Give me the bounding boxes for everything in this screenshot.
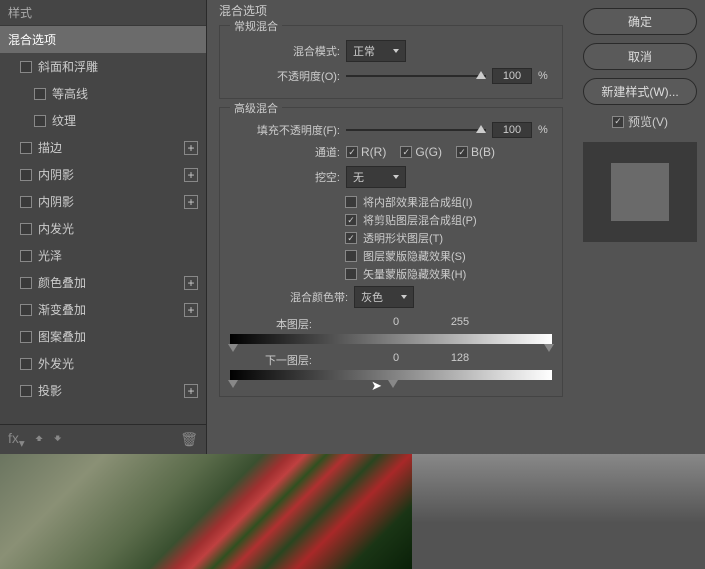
style-item-label: 图案叠加 <box>38 328 86 345</box>
options-panel: 混合选项 常规混合 混合模式: 正常 不透明度(O): % 高级混合 填充不透明… <box>207 0 575 454</box>
channel-checkbox[interactable]: B(B) <box>456 145 495 159</box>
style-item[interactable]: 混合选项 <box>0 26 206 53</box>
blend-option[interactable]: 图层蒙版隐藏效果(S) <box>345 248 552 264</box>
style-item[interactable]: 内阴影 + <box>0 188 206 215</box>
new-style-button[interactable]: 新建样式(W)... <box>583 78 697 105</box>
blend-mode-dropdown[interactable]: 正常 <box>346 40 406 62</box>
canvas-area <box>0 454 705 569</box>
style-item[interactable]: 描边 + <box>0 134 206 161</box>
add-effect-button[interactable]: + <box>184 276 198 290</box>
style-list: 混合选项斜面和浮雕等高线纹理描边 + 内阴影 + 内阴影 + 内发光光泽颜色叠加 + 渐变叠加 +… <box>0 26 206 424</box>
blend-option[interactable]: 将剪贴图层混合成组(P) <box>345 212 552 228</box>
sidebar-footer: fx▾ 🠹 🠻 🗑 <box>0 424 206 454</box>
advanced-blend-label: 高级混合 <box>230 100 282 116</box>
style-checkbox[interactable] <box>20 61 32 73</box>
fill-opacity-slider[interactable] <box>346 129 486 131</box>
this-layer-label: 本图层: <box>232 316 312 332</box>
fx-icon[interactable]: fx▾ <box>8 430 25 450</box>
opacity-pct: % <box>538 70 548 82</box>
under-layer-label: 下一图层: <box>232 352 312 368</box>
style-item[interactable]: 纹理 <box>0 107 206 134</box>
style-item[interactable]: 颜色叠加 + <box>0 269 206 296</box>
preview-label: 预览(V) <box>628 113 668 130</box>
button-panel: 确定 取消 新建样式(W)... 预览(V) <box>575 0 705 454</box>
style-checkbox[interactable] <box>34 88 46 100</box>
style-item-label: 渐变叠加 <box>38 301 86 318</box>
cancel-button[interactable]: 取消 <box>583 43 697 70</box>
under-layer-gradient[interactable] <box>230 370 552 380</box>
preview-checkbox[interactable] <box>612 116 624 128</box>
style-checkbox[interactable] <box>20 331 32 343</box>
style-item-label: 投影 <box>38 382 62 399</box>
trash-icon[interactable]: 🗑 <box>180 431 198 448</box>
up-arrow-icon[interactable]: 🠹 <box>35 428 44 452</box>
ok-button[interactable]: 确定 <box>583 8 697 35</box>
style-item[interactable]: 图案叠加 <box>0 323 206 350</box>
general-blend-label: 常规混合 <box>230 18 282 34</box>
blend-option[interactable]: 矢量蒙版隐藏效果(H) <box>345 266 552 282</box>
style-item[interactable]: 内发光 <box>0 215 206 242</box>
fill-opacity-label: 填充不透明度(F): <box>230 122 340 138</box>
blend-option[interactable]: 将内部效果混合成组(I) <box>345 194 552 210</box>
channels-label: 通道: <box>230 144 340 160</box>
style-item[interactable]: 外发光 <box>0 350 206 377</box>
style-item[interactable]: 投影 + <box>0 377 206 404</box>
knockout-dropdown[interactable]: 无 <box>346 166 406 188</box>
style-checkbox[interactable] <box>34 115 46 127</box>
blend-if-dropdown[interactable]: 灰色 <box>354 286 414 308</box>
opacity-label: 不透明度(O): <box>230 68 340 84</box>
style-item-label: 内阴影 <box>38 193 74 210</box>
style-item[interactable]: 光泽 <box>0 242 206 269</box>
add-effect-button[interactable]: + <box>184 384 198 398</box>
channel-checkbox[interactable]: G(G) <box>400 145 442 159</box>
style-item-label: 描边 <box>38 139 62 156</box>
general-blend-section: 常规混合 混合模式: 正常 不透明度(O): % <box>219 25 563 99</box>
style-checkbox[interactable] <box>20 385 32 397</box>
style-checkbox[interactable] <box>20 169 32 181</box>
blend-mode-label: 混合模式: <box>230 43 340 59</box>
style-item-label: 内阴影 <box>38 166 74 183</box>
style-checkbox[interactable] <box>20 223 32 235</box>
style-item[interactable]: 斜面和浮雕 <box>0 53 206 80</box>
style-item-label: 等高线 <box>52 85 88 102</box>
document-image[interactable] <box>0 454 412 569</box>
preview-thumbnail <box>583 142 697 242</box>
fill-opacity-input[interactable] <box>492 122 532 138</box>
add-effect-button[interactable]: + <box>184 168 198 182</box>
add-effect-button[interactable]: + <box>184 303 198 317</box>
down-arrow-icon[interactable]: 🠻 <box>53 428 62 452</box>
style-checkbox[interactable] <box>20 250 32 262</box>
style-checkbox[interactable] <box>20 304 32 316</box>
style-item[interactable]: 内阴影 + <box>0 161 206 188</box>
this-layer-gradient[interactable] <box>230 334 552 344</box>
style-item-label: 斜面和浮雕 <box>38 58 98 75</box>
style-item-label: 外发光 <box>38 355 74 372</box>
style-checkbox[interactable] <box>20 142 32 154</box>
opacity-slider[interactable] <box>346 75 486 77</box>
style-item[interactable]: 渐变叠加 + <box>0 296 206 323</box>
opacity-input[interactable] <box>492 68 532 84</box>
blend-if-label: 混合颜色带: <box>290 289 348 305</box>
channel-checkbox[interactable]: R(R) <box>346 145 386 159</box>
style-item-label: 内发光 <box>38 220 74 237</box>
advanced-blend-section: 高级混合 填充不透明度(F): % 通道: R(R)G(G)B(B) 挖空: 无… <box>219 107 563 397</box>
style-item-label: 纹理 <box>52 112 76 129</box>
style-item-label: 颜色叠加 <box>38 274 86 291</box>
knockout-label: 挖空: <box>230 169 340 185</box>
style-checkbox[interactable] <box>20 196 32 208</box>
style-item-label: 混合选项 <box>8 31 56 48</box>
style-item-label: 光泽 <box>38 247 62 264</box>
add-effect-button[interactable]: + <box>184 195 198 209</box>
style-item[interactable]: 等高线 <box>0 80 206 107</box>
style-checkbox[interactable] <box>20 277 32 289</box>
blend-if-section: 混合颜色带: 灰色 本图层: 0 255 下一图层 <box>230 286 552 380</box>
style-checkbox[interactable] <box>20 358 32 370</box>
styles-sidebar: 样式 混合选项斜面和浮雕等高线纹理描边+内阴影+内阴影+内发光光泽颜色叠加+渐变… <box>0 0 207 454</box>
sidebar-header: 样式 <box>0 0 206 26</box>
blend-option[interactable]: 透明形状图层(T) <box>345 230 552 246</box>
add-effect-button[interactable]: + <box>184 141 198 155</box>
